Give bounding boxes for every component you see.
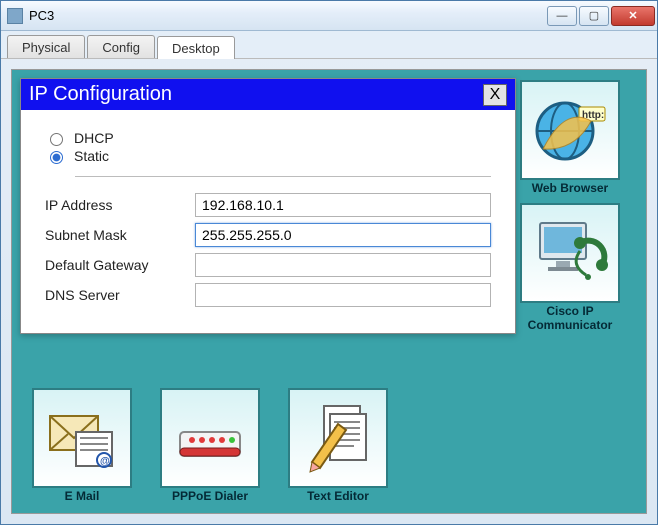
label-subnet-mask: Subnet Mask — [45, 227, 195, 243]
tab-desktop[interactable]: Desktop — [157, 36, 235, 59]
tab-bar: Physical Config Desktop — [1, 31, 657, 59]
app-icon — [7, 8, 23, 24]
radio-dhcp-input[interactable] — [50, 133, 63, 146]
radio-dhcp[interactable]: DHCP — [45, 130, 491, 146]
desktop-panel: http: Web Browser — [11, 69, 647, 514]
icon-label: Text Editor — [282, 489, 394, 503]
window-title: PC3 — [29, 8, 547, 23]
radio-dhcp-label: DHCP — [74, 130, 114, 146]
headset-monitor-icon — [520, 203, 620, 303]
envelope-icon: @ — [32, 388, 132, 488]
dialog-titlebar: IP Configuration X — [21, 79, 515, 110]
radio-static[interactable]: Static — [45, 148, 491, 164]
desktop-icon-email[interactable]: @ E Mail — [26, 388, 138, 503]
divider — [75, 176, 491, 177]
close-button[interactable]: ✕ — [611, 6, 655, 26]
client-area: http: Web Browser — [1, 59, 657, 524]
input-default-gateway[interactable] — [195, 253, 491, 277]
icon-label: Web Browser — [514, 181, 626, 195]
minimize-button[interactable]: — — [547, 6, 577, 26]
desktop-icon-text-editor[interactable]: Text Editor — [282, 388, 394, 503]
dialog-body: DHCP Static IP Address Subnet Mask — [21, 110, 515, 333]
desktop-icon-ip-communicator[interactable]: Cisco IP Communicator — [514, 203, 626, 332]
titlebar: PC3 — ▢ ✕ — [1, 1, 657, 31]
row-default-gateway: Default Gateway — [45, 253, 491, 277]
icon-label: Cisco IP Communicator — [514, 304, 626, 332]
label-default-gateway: Default Gateway — [45, 257, 195, 273]
desktop-icon-pppoe[interactable]: PPPoE Dialer — [154, 388, 266, 503]
input-ip-address[interactable] — [195, 193, 491, 217]
row-subnet-mask: Subnet Mask — [45, 223, 491, 247]
tab-physical[interactable]: Physical — [7, 35, 85, 58]
text-editor-icon — [288, 388, 388, 488]
icon-label: PPPoE Dialer — [154, 489, 266, 503]
row-dns-server: DNS Server — [45, 283, 491, 307]
svg-text:@: @ — [100, 456, 110, 467]
maximize-button[interactable]: ▢ — [579, 6, 609, 26]
input-dns-server[interactable] — [195, 283, 491, 307]
app-window: PC3 — ▢ ✕ Physical Config Desktop — [0, 0, 658, 525]
globe-icon: http: — [520, 80, 620, 180]
label-dns-server: DNS Server — [45, 287, 195, 303]
window-controls: — ▢ ✕ — [547, 6, 655, 26]
input-subnet-mask[interactable] — [195, 223, 491, 247]
modem-icon — [160, 388, 260, 488]
radio-static-label: Static — [74, 148, 109, 164]
label-ip-address: IP Address — [45, 197, 195, 213]
row-ip-address: IP Address — [45, 193, 491, 217]
tab-config[interactable]: Config — [87, 35, 155, 58]
desktop-icon-web-browser[interactable]: http: Web Browser — [514, 80, 626, 195]
bottom-icon-row: @ E Mail — [26, 388, 394, 503]
dialog-title: IP Configuration — [29, 83, 172, 106]
dialog-close-button[interactable]: X — [483, 84, 507, 106]
ip-configuration-dialog: IP Configuration X DHCP Static IP Addres… — [20, 78, 516, 334]
radio-static-input[interactable] — [50, 151, 63, 164]
icon-label: E Mail — [26, 489, 138, 503]
right-icon-column: http: Web Browser — [514, 80, 634, 332]
